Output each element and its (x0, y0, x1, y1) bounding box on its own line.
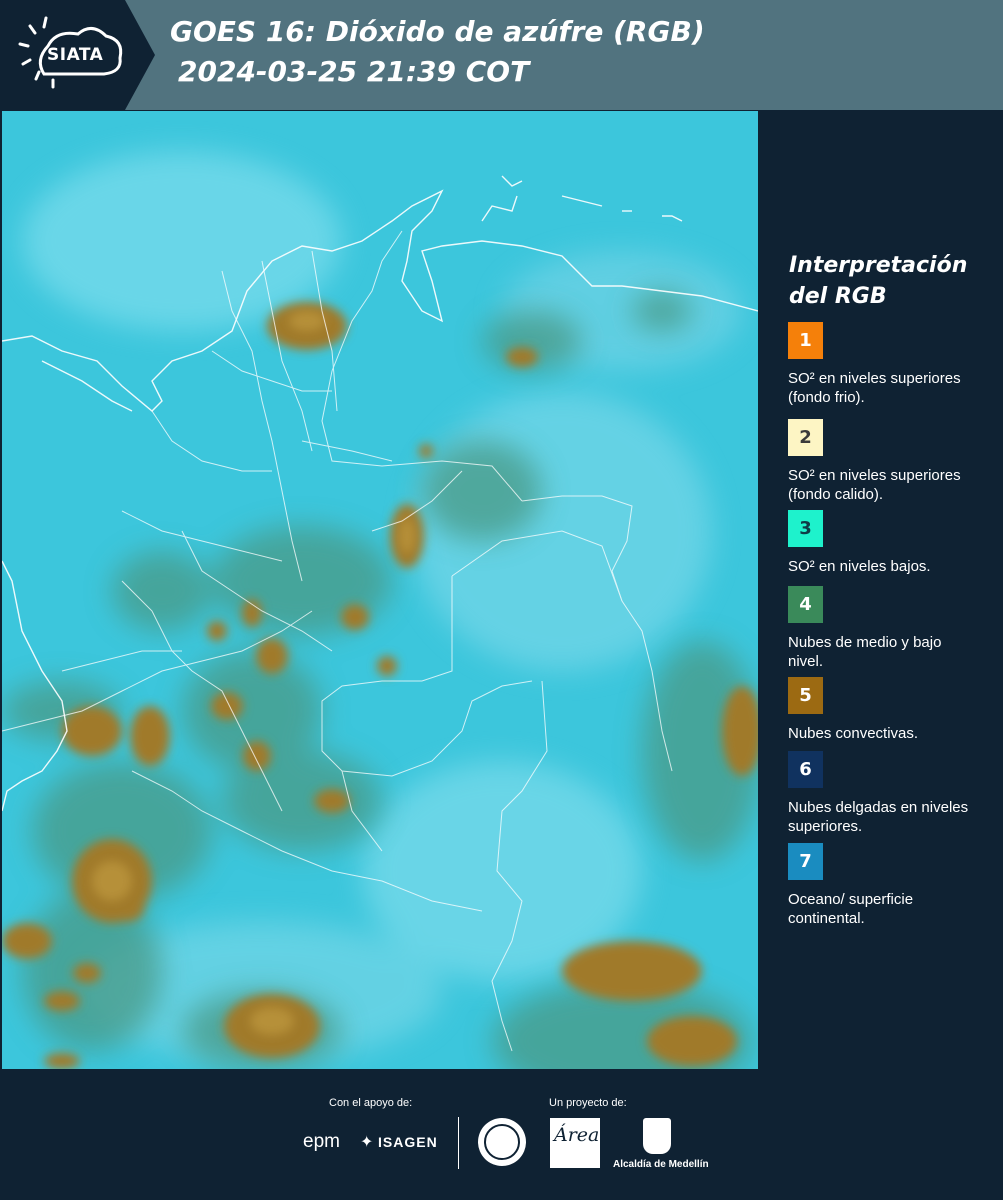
logo-text: SIATA (47, 45, 104, 65)
satellite-image (2, 111, 758, 1069)
legend-title: Interpretación del RGB (789, 250, 994, 312)
legend-title-line2: del RGB (789, 284, 887, 309)
legend-text-2: SO² en niveles superiores (fondo calido)… (788, 467, 961, 503)
header-bar: SIATA GOES 16: Dióxido de azúfre (RGB) 2… (0, 0, 1003, 110)
legend-text-1: SO² en niveles superiores (fondo frio). (788, 370, 961, 406)
satellite-map[interactable] (2, 111, 758, 1069)
legend-item-4: 4 Nubes de medio y bajo nivel. (788, 586, 993, 671)
footer-divider (458, 1117, 459, 1169)
alcaldia-shield-icon (643, 1118, 671, 1154)
epm-logo[interactable]: epm (303, 1131, 340, 1153)
legend-item-6: 6 Nubes delgadas en niveles superiores. (788, 751, 993, 836)
legend-swatch-3: 3 (788, 510, 823, 547)
legend-swatch-6: 6 (788, 751, 823, 788)
support-label: Con el apoyo de: (329, 1097, 413, 1109)
isagen-star-icon: ✦ (360, 1134, 374, 1151)
page-title: GOES 16: Dióxido de azúfre (RGB) (170, 15, 705, 48)
legend-swatch-4: 4 (788, 586, 823, 623)
legend-item-7: 7 Oceano/ superficie continental. (788, 843, 993, 928)
legend-panel: Interpretación del RGB 1 SO² en niveles … (758, 110, 1003, 1070)
alcaldia-label[interactable]: Alcaldía de Medellín (613, 1159, 709, 1170)
medellin-seal-icon[interactable] (478, 1118, 526, 1166)
legend-text-7: Oceano/ superficie continental. (788, 891, 914, 927)
legend-swatch-1: 1 (788, 322, 823, 359)
footer-bar: Con el apoyo de: Un proyecto de: epm ✦ I… (0, 1070, 1003, 1200)
legend-item-5: 5 Nubes convectivas. (788, 677, 993, 743)
legend-text-6: Nubes delgadas en niveles superiores. (788, 799, 969, 835)
isagen-logo[interactable]: ISAGEN (378, 1134, 438, 1150)
legend-text-4: Nubes de medio y bajo nivel. (788, 634, 942, 670)
legend-swatch-7: 7 (788, 843, 823, 880)
area-metropolitana-logo[interactable]: Área (550, 1118, 600, 1168)
legend-title-line1: Interpretación (789, 253, 968, 278)
legend-swatch-2: 2 (788, 419, 823, 456)
legend-item-1: 1 SO² en niveles superiores (fondo frio)… (788, 322, 993, 407)
legend-swatch-5: 5 (788, 677, 823, 714)
legend-item-3: 3 SO² en niveles bajos. (788, 510, 993, 576)
legend-text-5: Nubes convectivas. (788, 725, 919, 742)
project-label: Un proyecto de: (549, 1097, 627, 1109)
page-timestamp: 2024-03-25 21:39 COT (178, 55, 530, 88)
siata-logo[interactable]: SIATA (0, 0, 155, 110)
legend-text-3: SO² en niveles bajos. (788, 558, 931, 575)
legend-item-2: 2 SO² en niveles superiores (fondo calid… (788, 419, 993, 504)
area-logo-text: Área (554, 1124, 600, 1146)
